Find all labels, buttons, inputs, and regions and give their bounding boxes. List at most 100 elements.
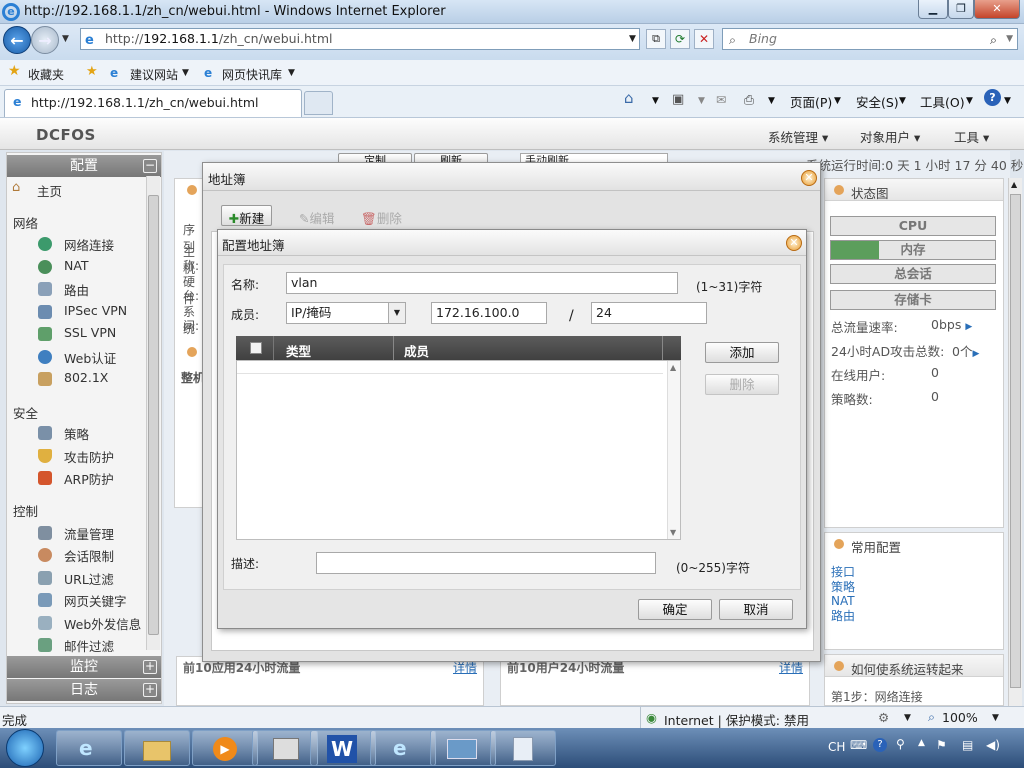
sidebar-item-url-filter[interactable]: URL过滤 [64,569,114,588]
read-mail-icon[interactable]: ✉ [716,92,726,107]
security-zone-text[interactable]: Internet | 保护模式: 禁用 [664,710,809,729]
page-scroll-thumb[interactable] [1010,194,1021,688]
help-tray-icon[interactable]: ? [873,738,887,752]
popup-status-icon[interactable]: ⚙ [878,710,889,725]
zoom-dropdown-icon[interactable]: ▼ [992,713,999,723]
stop-icon[interactable]: ✕ [694,29,714,49]
address-book-close-icon[interactable]: ✕ [801,170,817,186]
restore-button[interactable]: ❐ [948,0,974,19]
member-table-scrollbar[interactable]: ▲ ▼ [667,361,680,539]
edit-button[interactable]: ✎编辑 [293,205,341,227]
column-type[interactable]: 类型 [286,341,311,360]
description-field[interactable] [316,552,656,574]
tray-options-icon[interactable]: ⚲ [896,737,905,751]
select-all-checkbox[interactable] [250,342,262,354]
sidebar-item-802-1x[interactable]: 802.1X [64,370,108,385]
search-go-icon[interactable]: ⌕ [990,30,997,50]
start-button[interactable] [6,729,44,767]
compat-view-icon[interactable]: ⧉ [646,29,666,49]
taskbar-explorer-icon[interactable] [124,730,190,766]
home-dropdown-icon[interactable]: ▼ [652,96,659,106]
sidebar-item-ipsec-vpn[interactable]: IPSec VPN [64,303,127,318]
sidebar-item-network-connection[interactable]: 网络连接 [64,235,114,254]
name-field[interactable]: vlan [286,272,678,294]
howto-step1[interactable]: 第1步：网络连接 [831,688,923,705]
tools-menu[interactable]: 工具(O) [920,92,965,111]
recent-pages-dropdown-icon[interactable]: ▼ [62,34,69,44]
taskbar-ie-window-icon[interactable]: e [370,730,436,766]
print-icon[interactable]: ⎙ [744,92,754,108]
sidebar-item-nat[interactable]: NAT [64,258,89,273]
add-member-button[interactable]: 添加 [705,342,779,363]
suggested-sites-dropdown-icon[interactable]: ▼ [182,68,189,78]
address-dropdown-icon[interactable]: ▼ [629,34,636,44]
sidebar-item-web-outbound[interactable]: Web外发信息 [64,614,141,633]
taskbar-media-player-icon[interactable]: ▶ [192,730,258,766]
sidebar-monitor-header[interactable]: 监控 + [7,656,161,678]
remove-member-button[interactable]: 删除 [705,374,779,395]
favorites-button[interactable]: 收藏夹 [28,66,64,83]
taskbar-wps-writer-icon[interactable]: W [310,730,376,766]
input-language[interactable]: CH [828,740,845,754]
mask-field[interactable]: 24 [591,302,707,324]
sidebar-item-web-auth[interactable]: Web认证 [64,348,116,367]
menu-object-users[interactable]: 对象用户 ▾ [860,127,920,146]
sidebar-item-ssl-vpn[interactable]: SSL VPN [64,325,116,340]
taskbar-image-viewer-icon[interactable] [430,730,496,766]
sidebar-item-mail-filter[interactable]: 邮件过滤 [64,636,114,655]
new-button[interactable]: ✚新建 [221,205,272,226]
minimize-button[interactable]: ▁ [918,0,948,19]
taskbar-document-icon[interactable] [490,730,556,766]
page-menu[interactable]: 页面(P) [790,92,832,111]
search-input[interactable]: ⌕ Bing ⌕ ▼ [722,28,1018,50]
sidebar-item-route[interactable]: 路由 [64,280,89,299]
sidebar-item-web-keyword[interactable]: 网页关键字 [64,591,127,610]
feeds-dropdown-icon[interactable]: ▼ [698,96,705,106]
home-icon[interactable]: ⌂ [624,89,634,107]
sidebar-config-header[interactable]: 配置 − [7,155,161,177]
help-icon[interactable]: ? [984,89,1001,106]
sidebar-scroll-thumb[interactable] [148,195,159,635]
browser-tab[interactable]: e http://192.168.1.1/zh_cn/webui.html [4,89,302,117]
popup-dropdown-icon[interactable]: ▼ [904,713,911,723]
print-dropdown-icon[interactable]: ▼ [768,96,775,106]
address-bar[interactable]: e http://192.168.1.1/zh_cn/webui.html [80,28,640,50]
sidebar-item-policy[interactable]: 策略 [64,424,89,443]
page-scrollbar[interactable]: ▲ [1008,178,1022,706]
new-tab-button[interactable] [304,91,333,115]
help-dropdown-icon[interactable]: ▼ [1004,96,1011,106]
column-member[interactable]: 成员 [404,341,429,360]
delete-button[interactable]: 🗑删除 [355,205,408,227]
show-hidden-icons-icon[interactable]: ▲ [918,738,925,748]
sidebar-item-home[interactable]: 主页 [37,181,62,200]
suggested-sites-link[interactable]: 建议网站 [130,66,178,83]
close-window-button[interactable]: ✕ [974,0,1020,19]
total-traffic-value[interactable]: 0bps ▶ [931,317,972,332]
sidebar-item-arp-defense[interactable]: ARP防护 [64,469,114,488]
sidebar-item-traffic-management[interactable]: 流量管理 [64,524,114,543]
cancel-button[interactable]: 取消 [719,599,793,620]
volume-icon[interactable]: ◀) [986,738,1000,752]
page-menu-dropdown-icon[interactable]: ▼ [834,96,841,106]
safety-menu-dropdown-icon[interactable]: ▼ [899,96,906,106]
forward-button[interactable]: → [31,26,59,54]
link-route[interactable]: 路由 [831,607,855,624]
ok-button[interactable]: 确定 [638,599,712,620]
action-center-flag-icon[interactable]: ⚑ [936,738,947,752]
taskbar-app-icon[interactable] [252,730,318,766]
refresh-icon[interactable]: ⟳ [670,29,690,49]
ad-attacks-value[interactable]: 0个▶ [952,341,979,360]
sidebar-log-header[interactable]: 日志 + [7,679,161,701]
zoom-level[interactable]: 100% [942,710,978,725]
back-button[interactable]: ← [3,26,31,54]
web-slice-gallery-link[interactable]: 网页快讯库 [222,66,282,83]
taskbar-ie-icon[interactable]: e [56,730,122,766]
scroll-up-icon[interactable]: ▲ [1011,180,1017,189]
network-tray-icon[interactable]: ▤ [962,738,973,752]
menu-tools[interactable]: 工具 ▾ [954,127,989,146]
link-policy[interactable]: 策略 [831,578,855,595]
feeds-icon[interactable]: ▣ [672,92,684,107]
link-nat[interactable]: NAT [831,594,855,608]
sidebar-item-attack-defense[interactable]: 攻击防护 [64,447,114,466]
add-favorite-icon[interactable]: ★ [86,64,98,79]
